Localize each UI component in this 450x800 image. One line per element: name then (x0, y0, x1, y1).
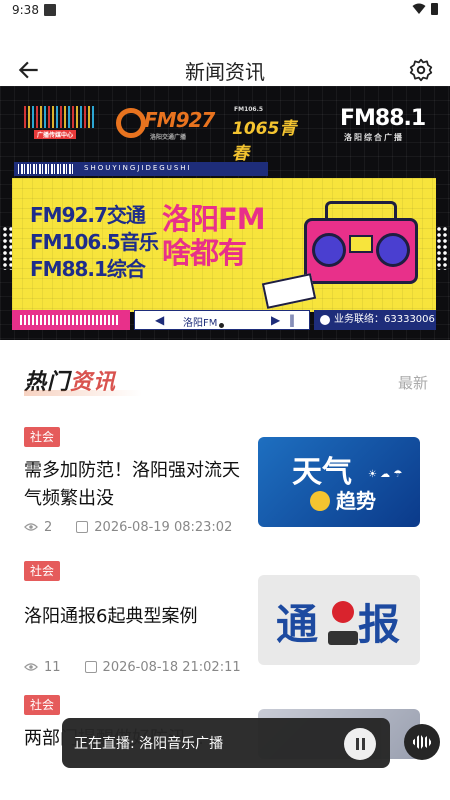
carousel-dot[interactable] (205, 322, 212, 329)
news-title: 需多加防范！洛阳强对流天气频繁出没 (24, 460, 240, 509)
weather-icons: ☀ ☁ ☂ (368, 469, 403, 480)
sun-icon (310, 491, 330, 511)
app-bar: 新闻资讯 (0, 50, 450, 90)
news-meta: 11 2026-08-18 21:02:11 (24, 659, 241, 675)
section-title: 热门资讯 (24, 364, 142, 396)
prev-icon: ◀ (155, 313, 165, 327)
pause-button[interactable] (344, 728, 376, 760)
notification-icon (44, 4, 56, 16)
carousel-dot[interactable] (231, 322, 238, 329)
logo-fm927: FM927 洛阳交通广播 (116, 102, 215, 142)
poster-line: FM106.5音乐 (30, 230, 159, 254)
next-icon: ▶ (271, 313, 281, 327)
section-header: 热门资讯 最新 (24, 364, 428, 398)
gear-icon[interactable] (408, 57, 434, 83)
logo-media-center: 广播传媒中心 (20, 102, 100, 142)
page-title: 新闻资讯 (185, 60, 265, 84)
news-thumbnail: 天气 趋势 ☀ ☁ ☂ (258, 437, 420, 527)
soundwave-icon (12, 310, 130, 330)
category-badge: 社会 (24, 427, 61, 447)
eye-icon (24, 663, 38, 671)
logo-fm1065: FM106.5 1065青春 (232, 106, 297, 164)
news-title: 洛阳通报6起典型案例 (24, 606, 198, 627)
barcode-icon (18, 164, 74, 174)
banner-stripe: SHOUYINGJIDEGUSHI (14, 162, 268, 176)
view-count: 11 (44, 659, 61, 675)
publish-date: 2026-08-19 08:23:02 (94, 519, 233, 535)
news-item[interactable]: 社会 需多加防范！洛阳强对流天气频繁出没 2 2026-08-19 08:23:… (24, 427, 428, 557)
live-label: 正在直播: 洛阳音乐广播 (74, 736, 224, 752)
carousel-indicator (205, 322, 238, 329)
station-logos: 广播传媒中心 FM927 洛阳交通广播 FM106.5 1065青春 FM88.… (0, 102, 450, 164)
poster-line: FM88.1综合 (30, 257, 146, 281)
boombox-icon (304, 201, 418, 284)
soundwave-icon (24, 106, 96, 128)
status-bar: 9:38 (0, 0, 450, 22)
soundwave-icon (413, 734, 431, 750)
audio-wave-button[interactable] (404, 724, 440, 760)
banner-carousel[interactable]: 广播传媒中心 FM927 洛阳交通广播 FM106.5 1065青春 FM88.… (0, 86, 450, 340)
carousel-dot[interactable] (218, 322, 225, 329)
poster-frequency-list: FM92.7交通 FM106.5音乐 FM88.1综合 (30, 202, 159, 283)
category-badge: 社会 (24, 561, 61, 581)
view-count: 2 (44, 519, 53, 535)
battery-icon (431, 3, 438, 15)
news-item[interactable]: 社会 洛阳通报6起典型案例 11 2026-08-18 21:02:11 通 报 (24, 561, 428, 691)
banner-poster: FM92.7交通 FM106.5音乐 FM88.1综合 洛阳FM 啥都有 (12, 178, 436, 312)
calendar-icon (76, 521, 89, 533)
eye-icon (24, 523, 38, 531)
ring-icon (116, 108, 146, 138)
calendar-icon (84, 661, 97, 673)
logo-fm881: FM88.1 洛阳综合广播 (340, 106, 426, 142)
dots-decoration (436, 226, 448, 270)
poster-headline: 洛阳FM 啥都有 (162, 202, 266, 270)
phone-icon (320, 315, 330, 325)
contact-line: 业务联络：63333006 (314, 310, 436, 330)
news-thumbnail: 通 报 (258, 575, 420, 665)
news-meta: 2 2026-08-19 08:23:02 (24, 519, 232, 535)
wifi-icon (412, 3, 426, 14)
stamp-icon (332, 601, 354, 623)
status-time: 9:38 (12, 3, 39, 17)
latest-link[interactable]: 最新 (398, 372, 428, 393)
publish-date: 2026-08-18 21:02:11 (102, 659, 241, 675)
poster-line: FM92.7交通 (30, 203, 146, 227)
category-badge: 社会 (24, 695, 61, 715)
pause-icon: ‖ (289, 313, 295, 327)
live-mini-player[interactable]: 正在直播: 洛阳音乐广播 (62, 718, 390, 768)
